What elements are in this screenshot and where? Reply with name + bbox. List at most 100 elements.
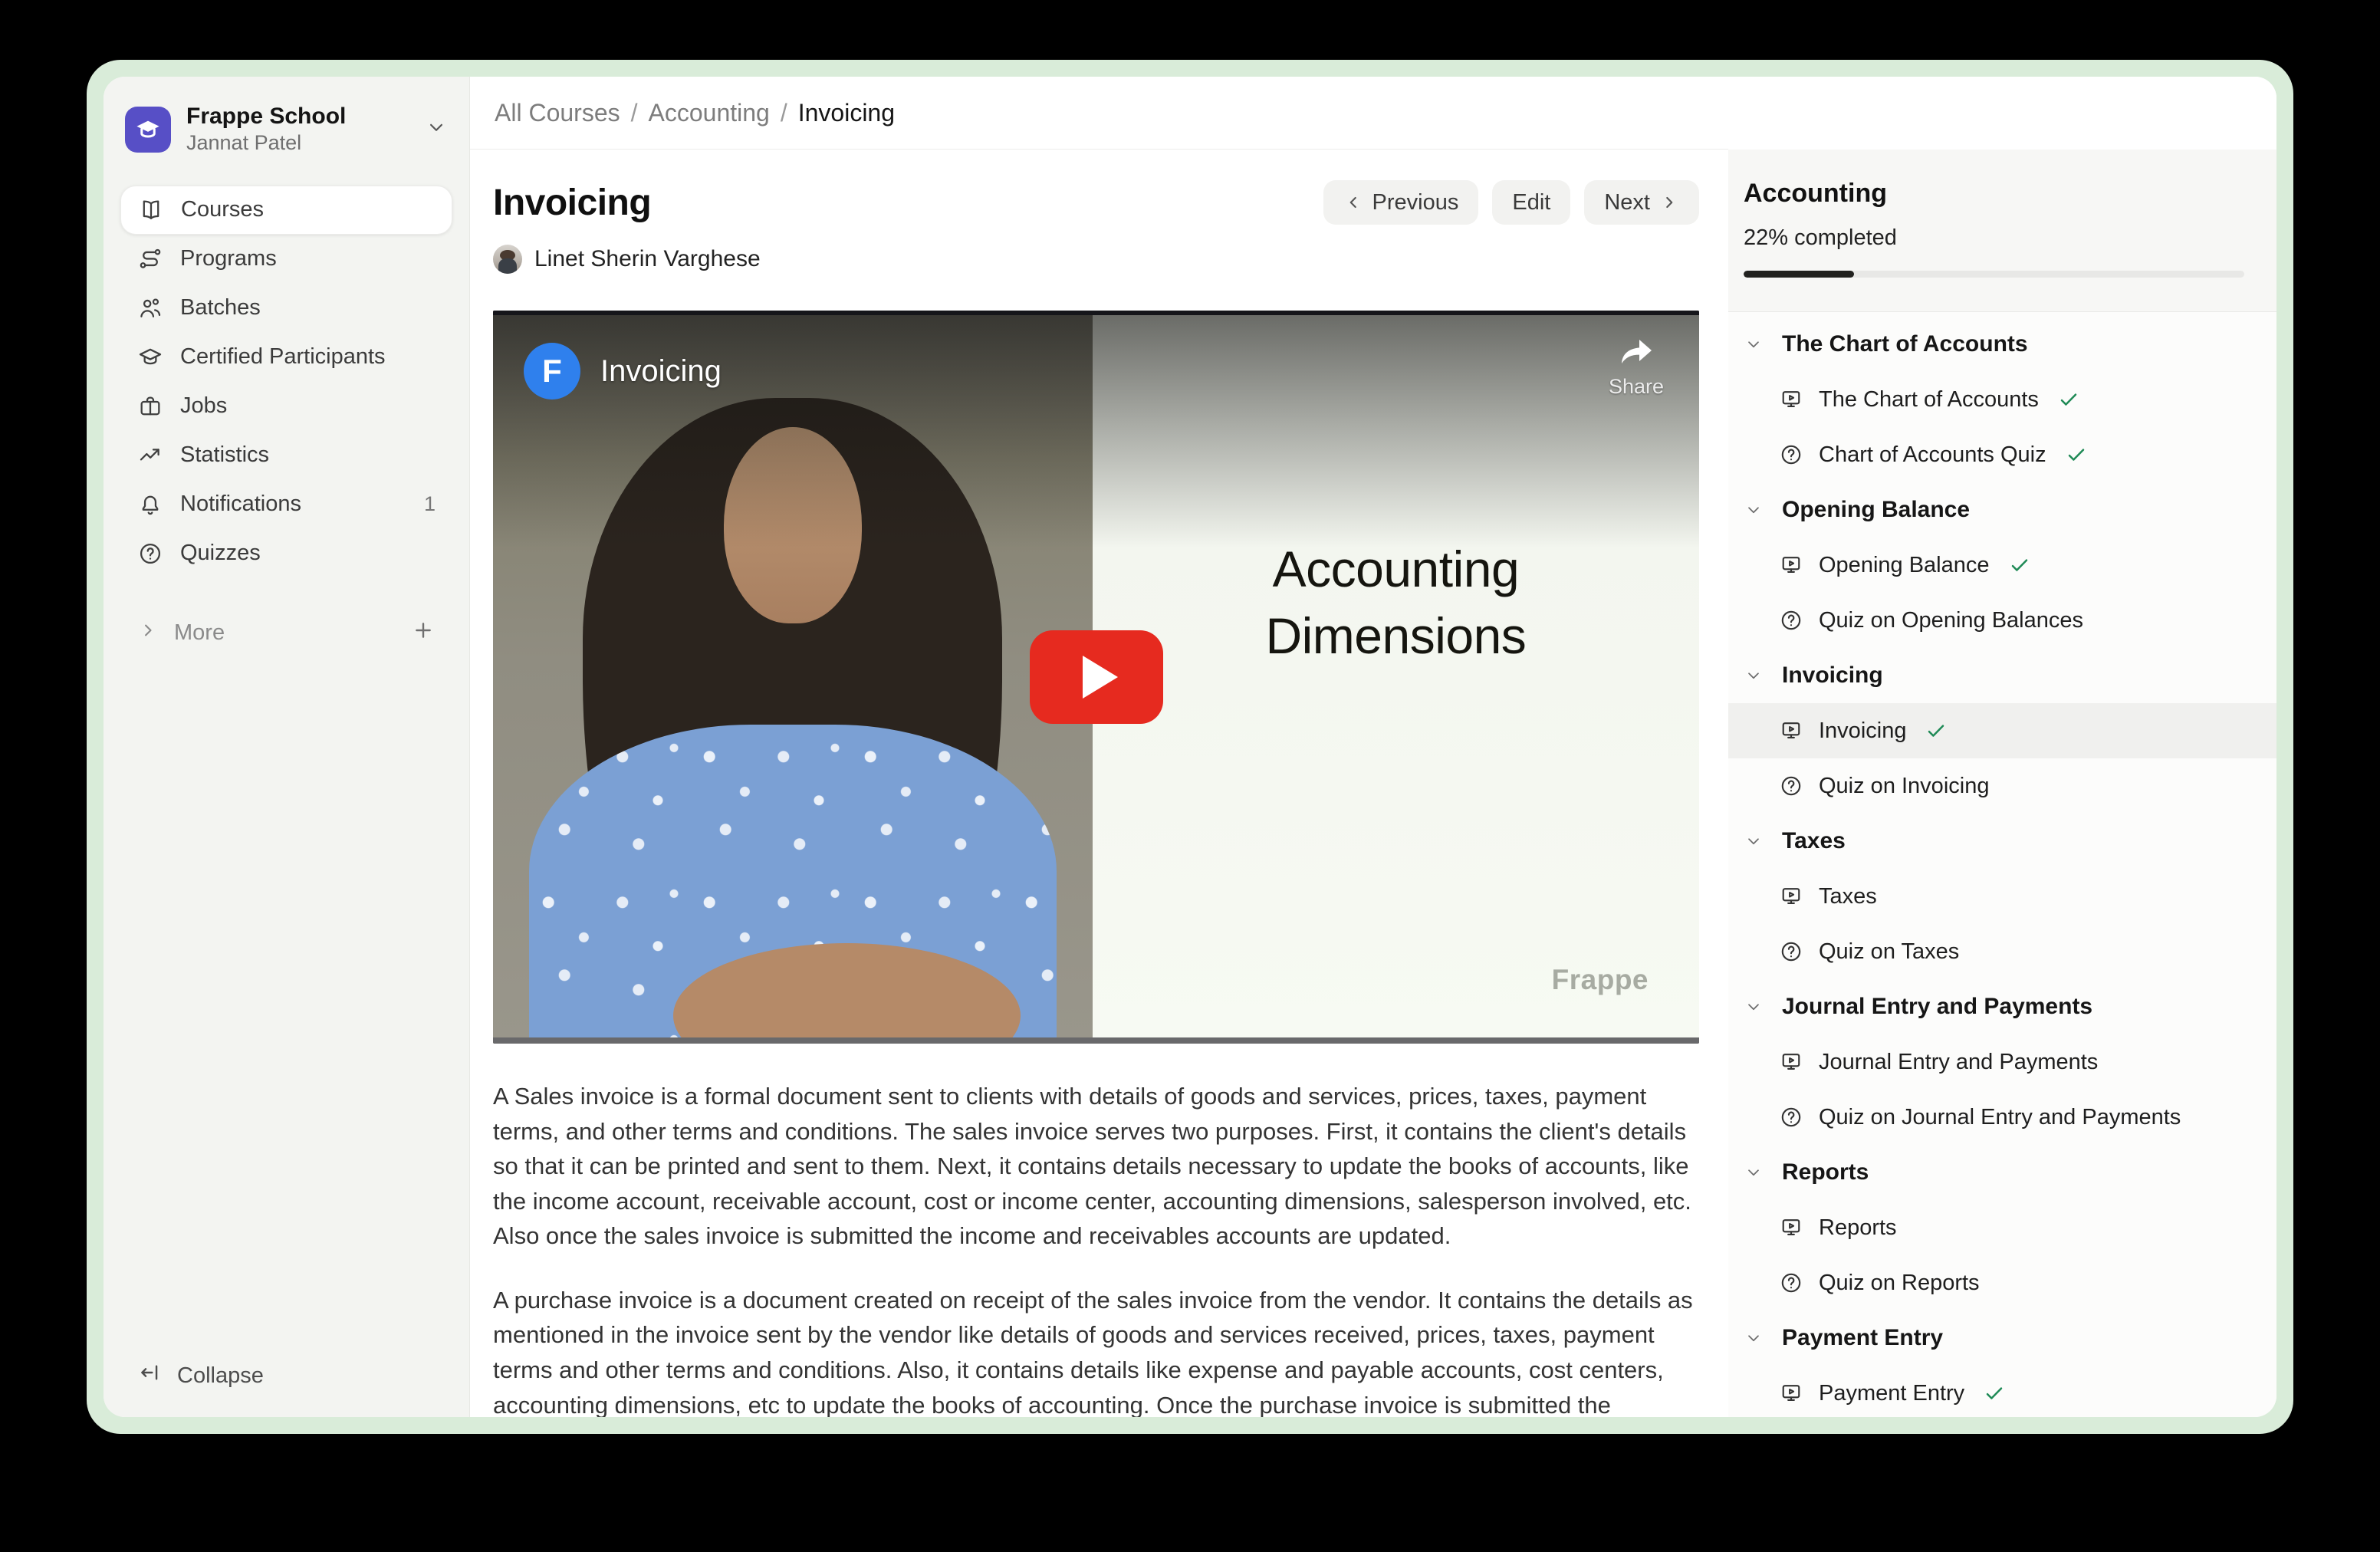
chevron-right-icon [137, 620, 159, 647]
desktop-background: Frappe School Jannat Patel CoursesProgra… [0, 0, 2380, 1552]
help-circle-icon [137, 541, 163, 567]
progress-label: 22% completed [1744, 225, 2244, 251]
monitor-play-icon [1779, 1215, 1803, 1240]
page-title: Invoicing [493, 182, 651, 224]
sidebar-item-notifications[interactable]: Notifications1 [120, 480, 452, 529]
play-button[interactable] [1030, 630, 1163, 724]
breadcrumb: All Courses / Accounting / Invoicing [470, 77, 1728, 150]
monitor-play-icon [1779, 884, 1803, 909]
bell-icon [137, 492, 163, 518]
channel-avatar[interactable]: F [524, 343, 580, 400]
breadcrumb-separator: / [631, 99, 638, 127]
quiz-item-quiz-on-taxes[interactable]: Quiz on Taxes [1728, 924, 2276, 979]
next-button[interactable]: Next [1584, 180, 1699, 225]
section-header-reports[interactable]: Reports [1728, 1145, 2276, 1200]
sidebar-item-jobs[interactable]: Jobs [120, 382, 452, 431]
share-label: Share [1609, 375, 1664, 399]
sidebar-more[interactable]: More [120, 610, 452, 656]
monitor-play-icon [1779, 718, 1803, 743]
quiz-item-quiz-on-reports[interactable]: Quiz on Reports [1728, 1255, 2276, 1310]
sidebar-item-certified-participants[interactable]: Certified Participants [120, 333, 452, 382]
quiz-item-quiz-on-invoicing[interactable]: Quiz on Invoicing [1728, 758, 2276, 814]
slide-title: Accounting Dimensions [1093, 536, 1699, 669]
help-circle-icon [1779, 1271, 1803, 1295]
author-name: Linet Sherin Varghese [534, 246, 761, 272]
check-icon [2057, 388, 2080, 411]
collapse-button[interactable]: Collapse [137, 1360, 264, 1391]
monitor-play-icon [1779, 387, 1803, 412]
previous-button[interactable]: Previous [1323, 180, 1479, 225]
plus-icon[interactable] [411, 618, 436, 649]
course-outline: The Chart of AccountsThe Chart of Accoun… [1728, 312, 2276, 1417]
sidebar-item-courses[interactable]: Courses [120, 186, 452, 235]
breadcrumb-all-courses[interactable]: All Courses [495, 99, 620, 127]
lesson-item-opening-balance[interactable]: Opening Balance [1728, 538, 2276, 593]
section-header-journal-entry-and-payments[interactable]: Journal Entry and Payments [1728, 979, 2276, 1034]
briefcase-icon [137, 393, 163, 419]
video-title[interactable]: Invoicing [600, 354, 722, 389]
sidebar: Frappe School Jannat Patel CoursesProgra… [104, 77, 470, 1417]
lesson-item-the-chart-of-accounts[interactable]: The Chart of Accounts [1728, 372, 2276, 427]
book-open-icon [138, 197, 164, 223]
sidebar-item-quizzes[interactable]: Quizzes [120, 529, 452, 578]
app-window: Frappe School Jannat Patel CoursesProgra… [87, 60, 2293, 1434]
share-button[interactable]: Share [1609, 338, 1664, 399]
help-circle-icon [1779, 608, 1803, 633]
quiz-item-quiz-on-journal-entry-and-payments[interactable]: Quiz on Journal Entry and Payments [1728, 1090, 2276, 1145]
section-header-invoicing[interactable]: Invoicing [1728, 648, 2276, 703]
main-area: All Courses / Accounting / Invoicing Inv… [470, 77, 1728, 1417]
chevron-right-icon [1659, 192, 1679, 212]
lesson-item-reports[interactable]: Reports [1728, 1200, 2276, 1255]
lesson-item-journal-entry-and-payments[interactable]: Journal Entry and Payments [1728, 1034, 2276, 1090]
workspace-name: Frappe School [186, 103, 409, 130]
video-player[interactable]: Accounting Dimensions Frappe F Invoicing [493, 311, 1699, 1044]
sidebar-more-label: More [174, 620, 396, 646]
frappe-school-app: Frappe School Jannat Patel CoursesProgra… [104, 77, 2276, 1417]
lesson-item-invoicing[interactable]: Invoicing [1728, 703, 2276, 758]
completed-check-icon [2057, 388, 2080, 411]
sidebar-item-statistics[interactable]: Statistics [120, 431, 452, 480]
check-icon [1983, 1382, 2006, 1405]
collapse-left-icon [137, 1360, 162, 1391]
workspace-switcher[interactable]: Frappe School Jannat Patel [120, 100, 452, 159]
completed-check-icon [2008, 554, 2031, 577]
breadcrumb-current: Invoicing [798, 99, 895, 127]
edit-button[interactable]: Edit [1492, 180, 1570, 225]
chevron-left-icon [1343, 192, 1363, 212]
lesson-paragraph: A Sales invoice is a formal document sen… [493, 1079, 1699, 1254]
section-header-the-chart-of-accounts[interactable]: The Chart of Accounts [1728, 317, 2276, 372]
completed-check-icon [2065, 443, 2088, 466]
chevron-down-icon [1744, 1328, 1764, 1348]
chevron-down-icon [1744, 997, 1764, 1017]
trending-up-icon [137, 442, 163, 469]
video-progress-bar[interactable] [493, 1037, 1699, 1044]
sidebar-item-programs[interactable]: Programs [120, 235, 452, 284]
check-icon [2065, 443, 2088, 466]
completed-check-icon [1925, 719, 1948, 742]
monitor-play-icon [1779, 1050, 1803, 1074]
progress-fill [1744, 271, 1854, 278]
sidebar-item-batches[interactable]: Batches [120, 284, 452, 333]
lesson-item-payment-entry[interactable]: Payment Entry [1728, 1366, 2276, 1417]
quiz-item-quiz-on-opening-balances[interactable]: Quiz on Opening Balances [1728, 593, 2276, 648]
chevron-down-icon [1744, 500, 1764, 520]
lesson-item-taxes[interactable]: Taxes [1728, 869, 2276, 924]
help-circle-icon [1779, 939, 1803, 964]
section-header-opening-balance[interactable]: Opening Balance [1728, 482, 2276, 538]
sidebar-nav: CoursesProgramsBatchesCertified Particip… [120, 186, 452, 578]
users-icon [137, 295, 163, 321]
workspace-user: Jannat Patel [186, 130, 409, 156]
section-header-taxes[interactable]: Taxes [1728, 814, 2276, 869]
chevron-down-icon[interactable] [425, 116, 448, 143]
chevron-down-icon [1744, 666, 1764, 686]
frappe-watermark: Frappe [1552, 964, 1649, 996]
route-icon [137, 246, 163, 272]
lesson-paragraph: A purchase invoice is a document created… [493, 1283, 1699, 1417]
quiz-item-chart-of-accounts-quiz[interactable]: Chart of Accounts Quiz [1728, 427, 2276, 482]
breadcrumb-course[interactable]: Accounting [649, 99, 770, 127]
share-arrow-icon [1618, 338, 1655, 369]
chevron-down-icon [1744, 831, 1764, 851]
graduation-cap-icon [133, 115, 163, 144]
section-header-payment-entry[interactable]: Payment Entry [1728, 1310, 2276, 1366]
help-circle-icon [1779, 774, 1803, 798]
